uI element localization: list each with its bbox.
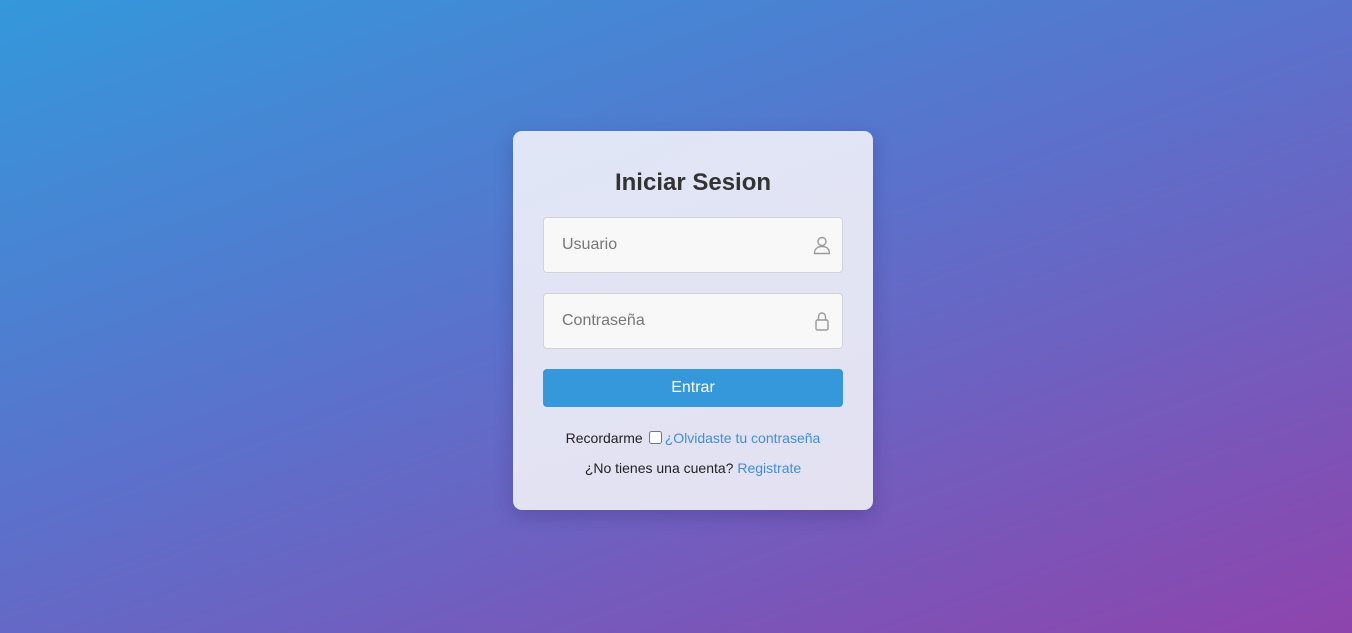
lock-icon [815, 312, 829, 331]
username-input[interactable] [544, 218, 842, 272]
register-link[interactable]: Registrate [737, 460, 801, 476]
username-field-wrapper [543, 217, 843, 273]
password-input[interactable] [544, 294, 842, 348]
remember-checkbox[interactable] [648, 431, 662, 444]
login-card: Iniciar Sesion Entrar Recordarme ¿Olvidas… [513, 131, 873, 510]
page-title: Iniciar Sesion [614, 169, 772, 196]
no-account-text: ¿No tienes una cuenta? [584, 460, 734, 476]
forgot-password-link[interactable]: ¿Olvidaste tu contraseña [665, 430, 821, 446]
submit-button[interactable]: Entrar [543, 369, 843, 407]
user-icon [813, 236, 831, 255]
password-field-wrapper [543, 293, 843, 349]
register-row: ¿No tienes una cuenta? Registrate [513, 458, 873, 478]
remember-row: Recordarme ¿Olvidaste tu contraseña [513, 428, 873, 448]
remember-label: Recordarme [565, 430, 643, 446]
